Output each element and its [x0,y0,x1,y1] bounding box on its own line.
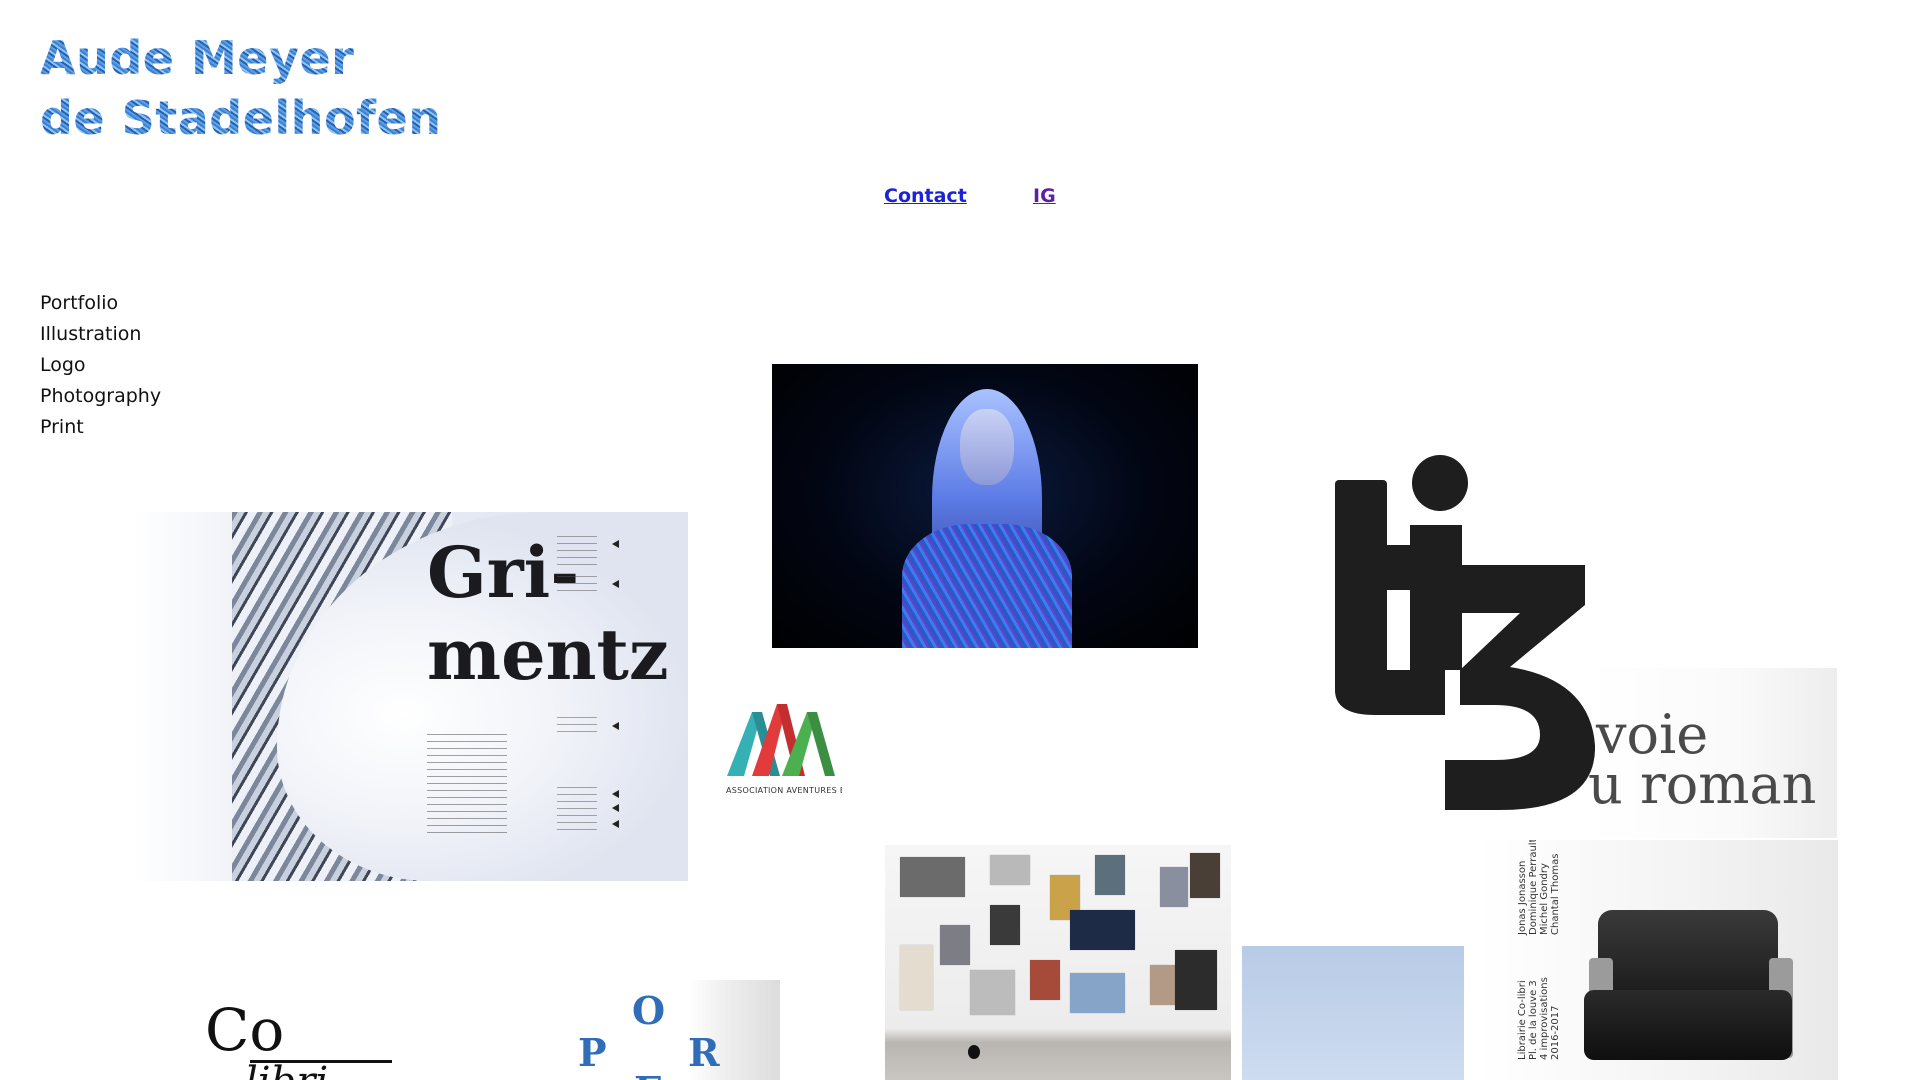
cat-silhouette [968,1045,980,1059]
grimentz-title: Gri- mentz [427,532,669,696]
opera-letter: O [632,988,666,1033]
triangle-marker [612,820,619,828]
grimentz-title-line2: mentz [427,613,669,696]
triangle-marker [612,722,619,730]
nav-item-logo[interactable]: Logo [40,350,161,381]
category-nav: Portfolio Illustration Logo Photography … [40,288,161,443]
aaa-logo [727,704,835,776]
colibri-co: Co [205,996,285,1064]
roman-cover-title: voie u roman [1588,708,1817,816]
grimentz-fine-print [557,717,597,733]
triangle-marker [612,540,619,548]
nav-item-portfolio[interactable]: Portfolio [40,288,161,319]
wall-photo [900,857,965,897]
wall-photo [990,905,1020,945]
project-portrait-photo[interactable] [772,364,1198,648]
project-grimentz-poster[interactable]: Gri- mentz [132,512,688,881]
colibri-libri: libri [245,1062,328,1080]
wall-photo [1190,853,1220,898]
project-sky-photo[interactable] [1242,946,1464,1080]
wall-photo [990,855,1030,885]
portrait-dress [902,524,1072,648]
triangle-marker [612,804,619,812]
nav-item-print[interactable]: Print [40,412,161,443]
grimentz-fine-print [557,536,597,566]
wall-photo [900,945,933,1010]
triangle-marker [612,580,619,588]
project-gallery-wall-photo[interactable] [885,845,1231,1080]
project-opera-poster[interactable]: O P R E [578,980,780,1080]
portrait-face [960,409,1014,485]
grimentz-fine-print [427,734,507,834]
wall-photo [1150,965,1178,1005]
wall-photo [1070,973,1125,1013]
aaa-caption: ASSOCIATION AVENTURES ET AMITIÉS [726,786,842,795]
instagram-link[interactable]: IG [1033,185,1056,207]
project-roman-cover[interactable]: voie u roman [1588,668,1837,838]
grimentz-fine-print [557,787,597,832]
site-title[interactable]: Aude Meyer de Stadelhofen [40,28,442,148]
wall-photo [1160,867,1188,907]
project-tiz-logo[interactable] [1335,455,1595,810]
wall-photo [1070,910,1135,950]
wall-photo [1030,960,1060,1000]
project-armchair-poster[interactable]: Jonas Jonasson Dominique Perrault Michel… [1479,840,1838,1080]
wall-photo [1175,950,1217,1010]
contact-link[interactable]: Contact [884,185,967,207]
project-colibri-logo[interactable]: Co libri [205,990,405,1080]
armchair-seat [1584,990,1792,1060]
triangle-marker [612,790,619,798]
nav-item-illustration[interactable]: Illustration [40,319,161,350]
opera-letter: E [634,1068,663,1080]
site-title-line2: de Stadelhofen [40,91,442,145]
opera-letter: P [578,1030,607,1075]
wall-photo [970,970,1015,1015]
wall-photo [940,925,970,965]
nav-item-photography[interactable]: Photography [40,381,161,412]
site-title-line1: Aude Meyer [40,31,355,85]
grimentz-fine-print [557,576,597,592]
project-aaa-logo[interactable]: ASSOCIATION AVENTURES ET AMITIÉS [722,694,842,804]
roman-title-line2: u roman [1588,753,1817,816]
tiz-logo [1335,455,1595,810]
grimentz-title-line1: Gri- [427,531,580,614]
wall-photo [1095,855,1125,895]
poster-venue: Librairie Co-libri Pl. de la louve 3 4 i… [1517,977,1561,1060]
opera-letter: R [688,1030,720,1075]
poster-names: Jonas Jonasson Dominique Perrault Michel… [1517,840,1561,935]
